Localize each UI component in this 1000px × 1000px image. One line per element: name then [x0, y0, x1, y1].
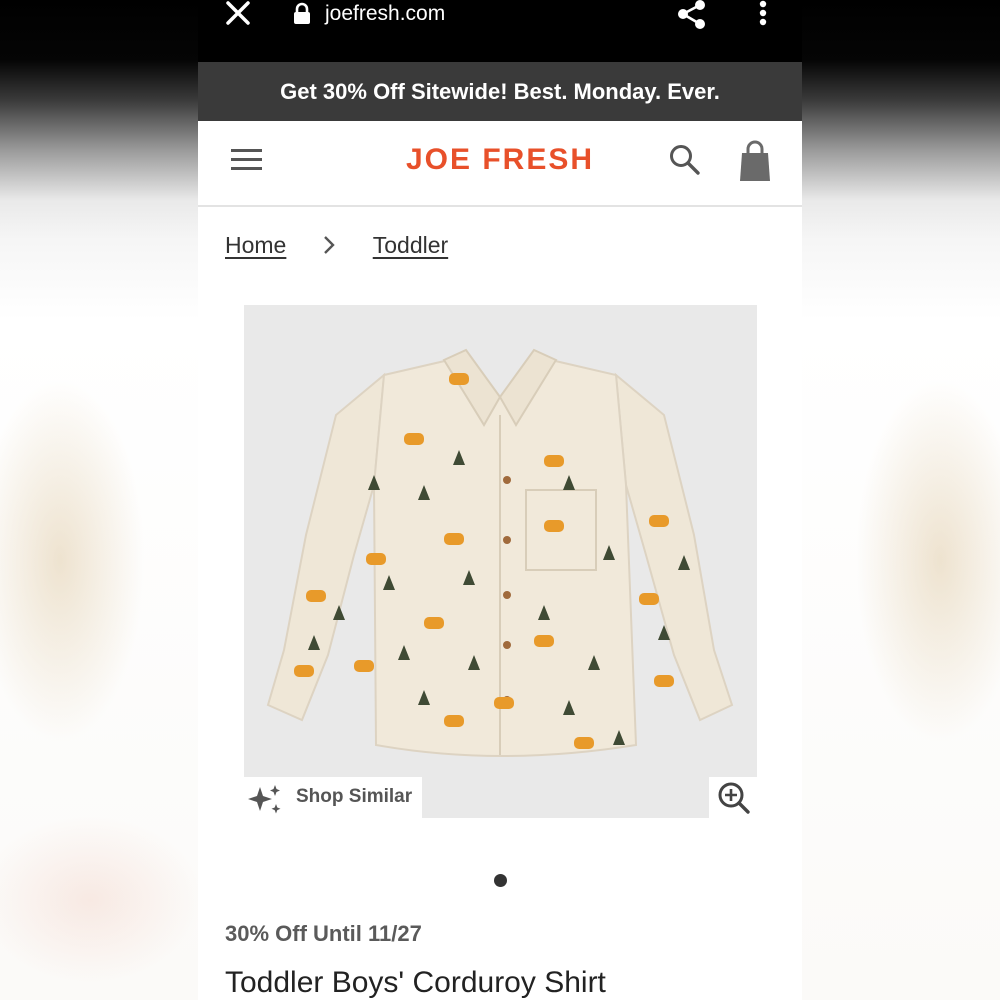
- url-text[interactable]: joefresh.com: [325, 2, 445, 26]
- chevron-right-icon: [315, 234, 345, 254]
- sale-text: 30% Off Until 11/27: [225, 921, 422, 946]
- shopping-bag-icon[interactable]: [738, 139, 772, 183]
- carousel-indicator[interactable]: [494, 874, 507, 887]
- lock-icon: [292, 2, 312, 26]
- promo-banner[interactable]: Get 30% Off Sitewide! Best. Monday. Ever…: [198, 62, 802, 121]
- shop-similar-button[interactable]: Shop Similar: [244, 777, 422, 818]
- shirt-illustration: [266, 348, 734, 757]
- product-image[interactable]: Shop Similar: [244, 305, 757, 818]
- sparkle-icon: [246, 783, 284, 815]
- zoom-in-icon[interactable]: [709, 777, 757, 818]
- share-icon[interactable]: [674, 0, 710, 30]
- more-vert-icon[interactable]: [750, 0, 776, 30]
- shop-similar-label: Shop Similar: [296, 786, 413, 807]
- browser-toolbar: joefresh.com: [198, 0, 802, 62]
- site-header: JOE FRESH: [198, 121, 802, 207]
- breadcrumb-home[interactable]: Home: [225, 232, 286, 258]
- search-icon[interactable]: [668, 143, 702, 177]
- breadcrumb-toddler[interactable]: Toddler: [373, 232, 448, 258]
- close-icon[interactable]: [220, 0, 256, 30]
- breadcrumb: Home Toddler: [225, 232, 448, 259]
- product-title: Toddler Boys' Corduroy Shirt: [225, 966, 606, 999]
- site-logo[interactable]: JOE FRESH: [198, 143, 802, 177]
- mobile-viewport: joefresh.com Get 30% Off Sitewide! Best.…: [198, 0, 802, 1000]
